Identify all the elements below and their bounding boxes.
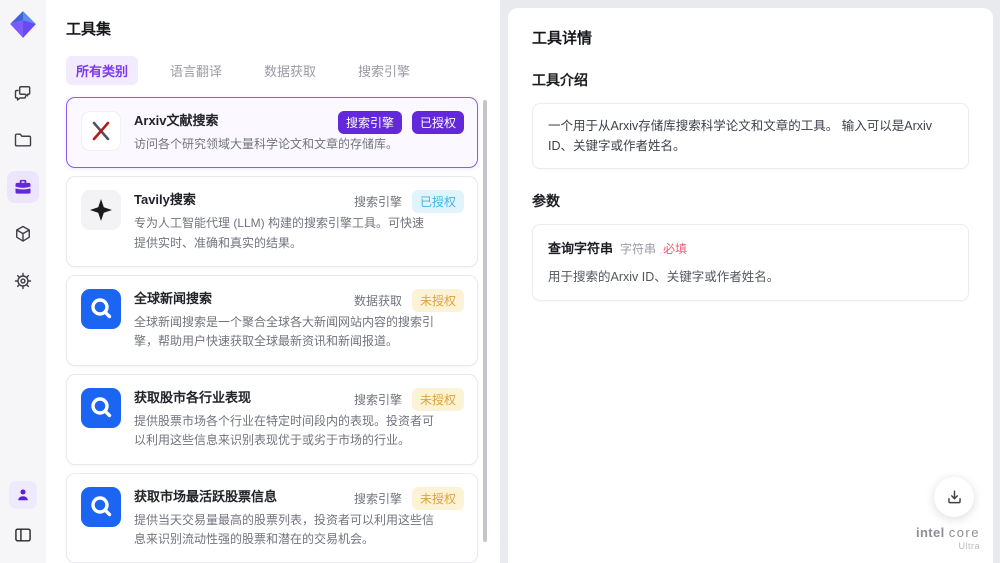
tool-card-badges: 搜索引擎 已授权	[353, 190, 464, 214]
tavily-star-icon	[81, 190, 121, 231]
core-wordmark: core	[948, 525, 980, 540]
tool-card-stock-sectors[interactable]: 获取股市各行业表现 提供股票市场各个行业在特定时间段内的表现。投资者可以利用这些…	[66, 373, 478, 465]
parameter-name: 查询字符串	[548, 241, 614, 256]
tool-card-badges: 数据获取 未授权	[353, 289, 464, 313]
blue-magnifier-icon	[81, 387, 121, 428]
tool-card-arxiv[interactable]: Arxiv文献搜索 访问各个研究领域大量科学论文和文章的存储库。 搜索引擎 已授…	[66, 97, 478, 169]
rail-bottom	[7, 481, 39, 551]
tool-card-tavily[interactable]: Tavily搜索 专为人工智能代理 (LLM) 构建的搜索引擎工具。可快速提供实…	[66, 176, 478, 268]
parameter-type: 字符串	[620, 242, 657, 256]
tab-data-fetch[interactable]: 数据获取	[254, 56, 326, 85]
parameter-required-badge: 必填	[663, 242, 688, 256]
category-label: 搜索引擎	[353, 392, 402, 407]
category-tabs: 所有类别 语言翻译 数据获取 搜索引擎	[66, 56, 480, 85]
intel-core-logo: intel core Ultra	[916, 526, 980, 551]
blue-magnifier-icon	[81, 486, 121, 527]
tool-card-description: 全球新闻搜索是一个聚合全球各大新闻网站内容的搜索引擎，帮助用户快速获取全球最新资…	[134, 314, 435, 349]
tool-card-active-stocks[interactable]: 获取市场最活跃股票信息 提供当天交易量最高的股票列表，投资者可以利用这些信息来识…	[66, 472, 478, 563]
folder-icon[interactable]	[7, 124, 39, 156]
user-icon[interactable]	[9, 481, 37, 509]
tool-card-badges: 搜索引擎 未授权	[353, 387, 464, 411]
tab-search-engine[interactable]: 搜索引擎	[348, 56, 420, 85]
tool-card-list: Arxiv文献搜索 访问各个研究领域大量科学论文和文章的存储库。 搜索引擎 已授…	[66, 97, 478, 563]
status-badge: 已授权	[411, 190, 464, 214]
tab-all-categories[interactable]: 所有类别	[66, 56, 139, 85]
category-label: 搜索引擎	[353, 195, 402, 210]
download-button[interactable]	[934, 477, 974, 517]
params-heading: 参数	[532, 193, 560, 209]
app-logo-gem-icon[interactable]	[8, 9, 38, 39]
toolset-panel: 工具集 所有类别 语言翻译 数据获取 搜索引擎 Arxiv文献搜索 访问各个研究…	[46, 0, 500, 563]
download-icon	[947, 489, 961, 503]
tool-card-description: 访问各个研究领域大量科学论文和文章的存储库。	[134, 136, 399, 151]
chat-icon[interactable]	[7, 77, 39, 109]
intro-heading: 工具介绍	[532, 72, 588, 88]
toolset-title: 工具集	[66, 21, 112, 38]
briefcase-tools-icon[interactable]	[7, 171, 39, 203]
category-badge: 搜索引擎	[337, 111, 402, 134]
tab-language-translation[interactable]: 语言翻译	[160, 56, 232, 85]
blue-magnifier-icon	[81, 289, 121, 330]
status-badge: 未授权	[411, 486, 464, 510]
parameter-card: 查询字符串 字符串 必填 用于搜索的Arxiv ID、关键字或作者姓名。	[532, 224, 969, 301]
rail-nav	[7, 77, 39, 297]
intel-wordmark: intel	[915, 525, 945, 540]
details-title: 工具详情	[532, 30, 593, 47]
parameter-description: 用于搜索的Arxiv ID、关键字或作者姓名。	[548, 270, 780, 284]
list-scrollbar[interactable]	[483, 100, 487, 542]
category-label: 搜索引擎	[353, 491, 402, 506]
ultra-wordmark: Ultra	[958, 541, 980, 551]
left-rail	[0, 0, 46, 563]
tool-card-global-news[interactable]: 全球新闻搜索 全球新闻搜索是一个聚合全球各大新闻网站内容的搜索引擎，帮助用户快速…	[66, 275, 478, 366]
arxiv-x-icon	[81, 111, 121, 151]
cube-icon[interactable]	[7, 218, 39, 250]
tool-card-description: 提供当天交易量最高的股票列表，投资者可以利用这些信息来识别流动性强的股票和潜在的…	[134, 512, 435, 546]
tool-details-panel: 工具详情 工具介绍 一个用于从Arxiv存储库搜索科学论文和文章的工具。 输入可…	[508, 8, 993, 563]
tool-card-badges: 搜索引擎 未授权	[353, 486, 464, 510]
tool-card-description: 提供股票市场各个行业在特定时间段内的表现。投资者可以利用这些信息来识别表现优于或…	[134, 413, 435, 448]
status-badge: 已授权	[411, 111, 464, 134]
category-label: 数据获取	[353, 294, 402, 309]
tool-card-description: 专为人工智能代理 (LLM) 构建的搜索引擎工具。可快速提供实时、准确和真实的结…	[134, 216, 425, 250]
gear-icon[interactable]	[7, 265, 39, 297]
status-badge: 未授权	[411, 289, 464, 313]
tool-card-badges: 搜索引擎 已授权	[337, 111, 464, 134]
status-badge: 未授权	[411, 387, 464, 411]
intro-text-box: 一个用于从Arxiv存储库搜索科学论文和文章的工具。 输入可以是Arxiv ID…	[532, 103, 969, 169]
panel-layout-icon[interactable]	[7, 519, 39, 551]
